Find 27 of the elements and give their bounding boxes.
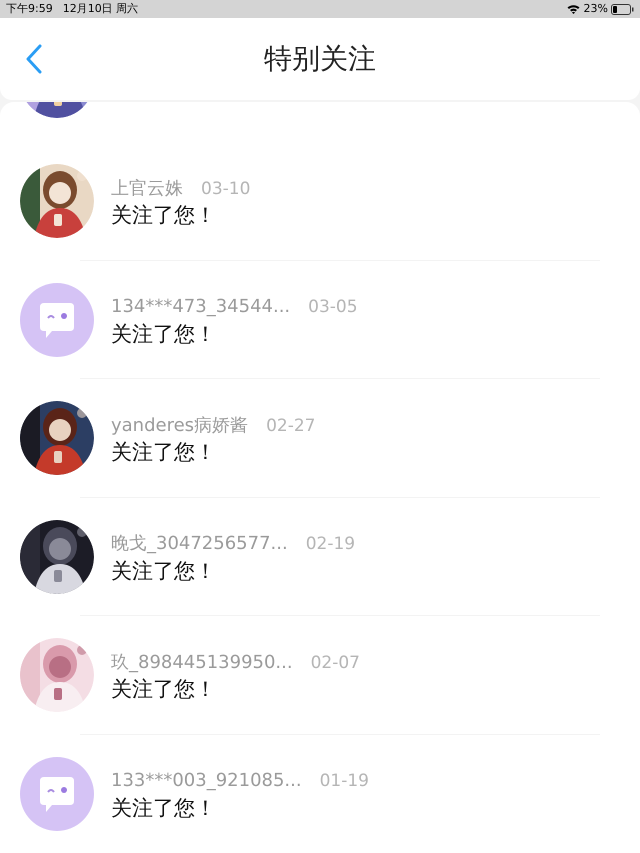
battery-icon [611,4,634,14]
avatar-icon [20,282,94,357]
follow-date: 03-10 [201,178,250,200]
user-name[interactable]: 晚戈_3047256577... [111,530,288,557]
user-name[interactable]: 133***003_921085... [111,767,302,794]
follow-date: 02-07 [310,652,360,674]
follow-message: 关注了您！ [111,439,217,465]
user-name[interactable]: 玖_898445139950... [111,648,293,676]
follow-date: 02-27 [266,414,316,438]
wifi-icon [566,4,580,14]
avatar-icon [20,756,94,831]
page-title: 特别关注 [263,41,377,77]
user-name[interactable]: 134***473_34544... [111,293,290,320]
follow-message: 关注了您！ [111,676,217,702]
follow-message: 关注了您！ [111,794,217,820]
follow-message: 关注了您！ [111,320,217,346]
battery-percent: 23% [584,0,608,17]
status-time: 下午9:59 [6,0,53,17]
follow-message: 关注了您！ [111,202,217,228]
back-icon[interactable] [25,44,43,74]
follow-date: 02-19 [306,533,356,556]
status-date: 12月10日 周六 [62,0,138,17]
follow-date: 01-19 [320,770,369,793]
user-name[interactable]: 上官云姝 [111,174,183,202]
follow-date: 03-05 [308,296,358,319]
follow-message: 关注了您！ [111,558,217,584]
user-name[interactable]: yanderes病娇酱 [111,412,248,438]
